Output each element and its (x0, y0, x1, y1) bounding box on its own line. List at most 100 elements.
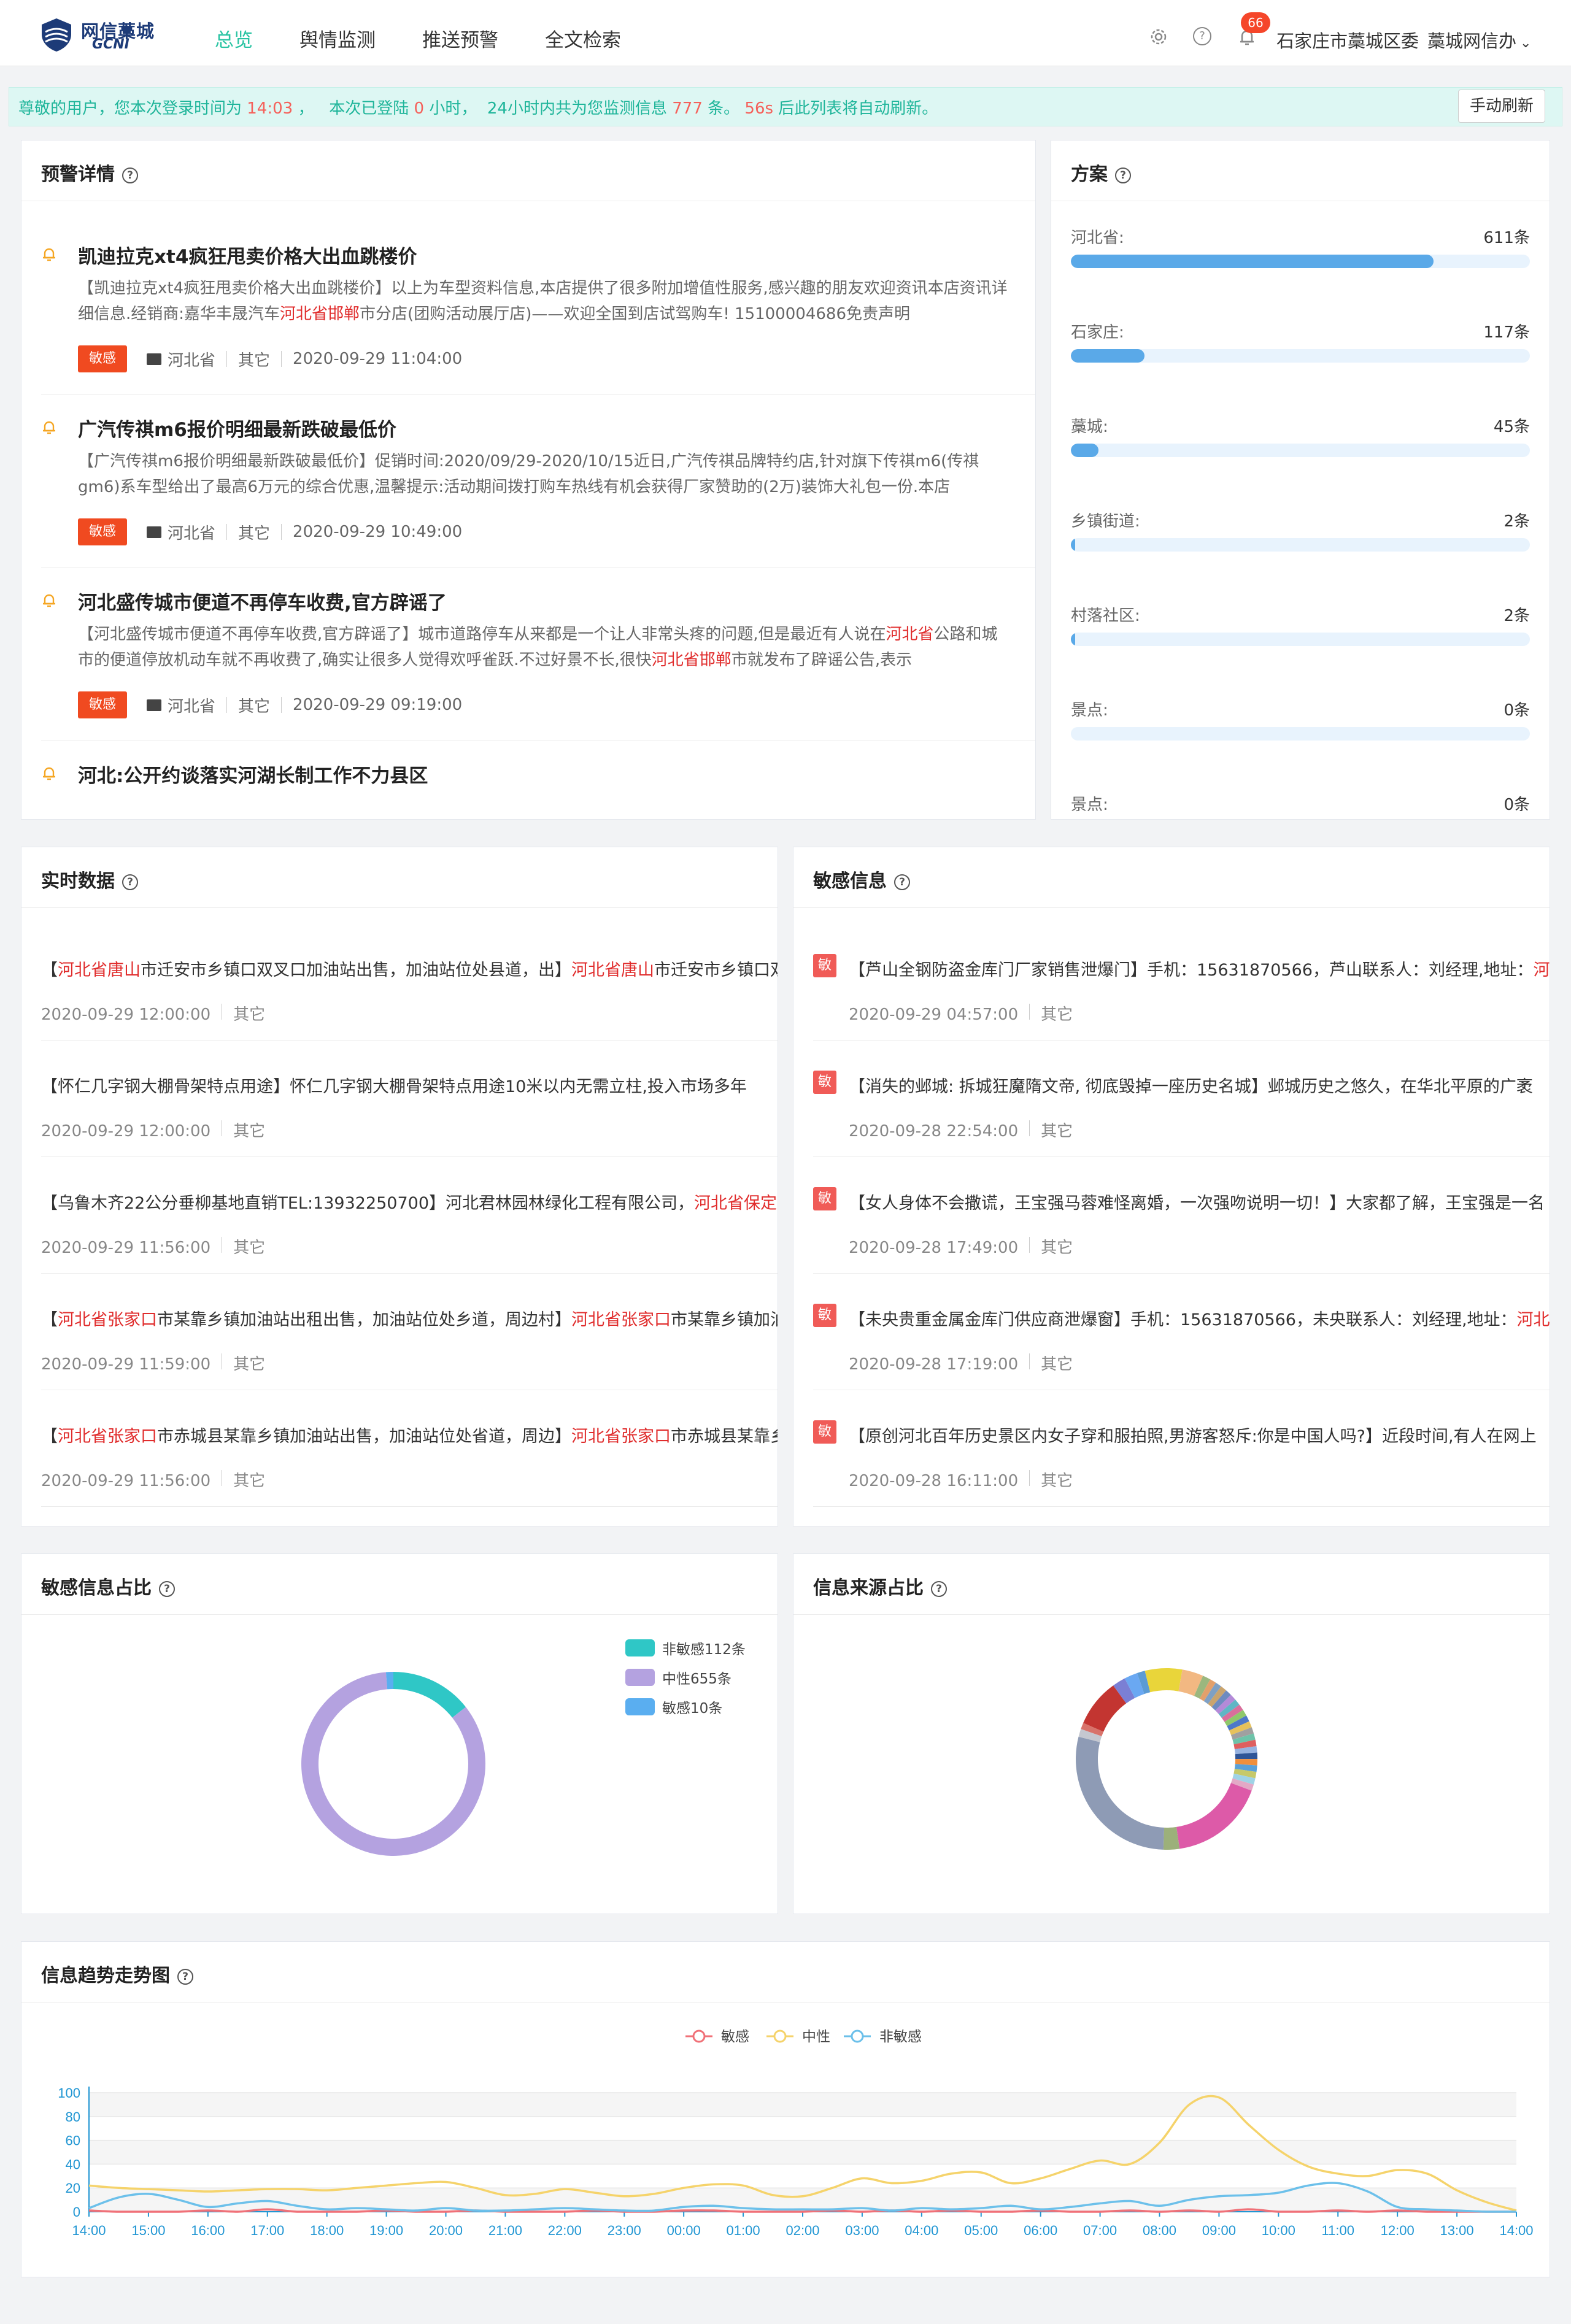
nav-fulltext-search[interactable]: 全文检索 (545, 25, 621, 52)
list-item-title[interactable]: 【怀仁几字钢大棚骨架特点用途】怀仁几字钢大棚骨架特点用途10米以内无需立柱,投入… (41, 1073, 778, 1097)
legend-item[interactable]: 敏感10条 (625, 1696, 722, 1717)
x-tick-label: 14:00 (1499, 2223, 1533, 2238)
grid-band (89, 2140, 1516, 2164)
plan-progress-fill (1071, 538, 1076, 552)
warning-detail-card: 预警详情? 凯迪拉克xt4疯狂甩卖价格大出血跳楼价 【凯迪拉克xt4疯狂甩卖价格… (21, 140, 1036, 820)
warning-title[interactable]: 河北盛传城市便道不再停车收费,官方辟谣了 (78, 587, 447, 615)
x-tick-label: 18:00 (310, 2223, 344, 2238)
plan-count: 0条 (1503, 701, 1530, 720)
donut-slice[interactable] (393, 1672, 466, 1718)
divider (41, 1273, 778, 1274)
x-tick-label: 16:00 (191, 2223, 225, 2238)
bell-icon (43, 421, 55, 434)
list-item-title[interactable]: 【乌鲁木齐22公分垂柳基地直销TEL:13932250700】河北君林园林绿化工… (41, 1190, 778, 1214)
time: 2020-09-29 12:00:00 (41, 1006, 211, 1024)
source: 其它 (1041, 1239, 1073, 1257)
legend-item[interactable]: 敏感 (685, 2029, 749, 2045)
divider (1029, 1237, 1030, 1253)
gcni-logo-icon[interactable] (38, 16, 75, 53)
y-tick-label: 0 (73, 2204, 80, 2220)
list-item-title[interactable]: 【未央贵重金属金库门供应商泄爆窗】手机：15631870566，未央联系人：刘经… (849, 1306, 1550, 1330)
card-title: 方案? (1071, 159, 1131, 186)
divider (793, 1614, 1550, 1615)
legend-item[interactable]: 中性 (766, 2029, 830, 2045)
time: 2020-09-29 04:57:00 (849, 1006, 1019, 1024)
legend-item[interactable]: 中性655条 (625, 1667, 731, 1688)
bell-icon (43, 767, 55, 780)
divider (41, 1156, 778, 1157)
warning-title[interactable]: 河北:公开约谈落实河湖长制工作不力县区 (78, 760, 428, 788)
list-item-title[interactable]: 【河北省唐山市迁安市乡镇口双叉口加油站出售，加油站位处县道，出】河北省唐山市迁安… (41, 956, 778, 980)
list-item-title[interactable]: 【消失的邺城: 拆城狂魔隋文帝, 彻底毁掉一座历史名城】邺城历史之悠久，在华北平… (849, 1073, 1550, 1097)
x-tick-label: 08:00 (1143, 2223, 1176, 2238)
plan-progress-fill (1071, 349, 1144, 363)
help-icon[interactable]: ? (122, 167, 138, 183)
list-item-title[interactable]: 【河北省张家口市赤城县某靠乡镇加油站出售，加油站位处省道，周边】河北省张家口市赤… (41, 1423, 778, 1447)
sensitive-tag: 敏感 (78, 518, 128, 545)
legend-swatch (625, 1669, 655, 1686)
nav-monitor[interactable]: 舆情监测 (299, 25, 376, 52)
legend-label: 敏感10条 (662, 1701, 723, 1717)
warning-title[interactable]: 广汽传祺m6报价明细最新跌破最低价 (78, 414, 396, 442)
donut-slice[interactable] (1144, 1668, 1183, 1693)
source: 其它 (233, 1472, 266, 1490)
logged-hours: 0 (414, 99, 425, 118)
grid-band (89, 2188, 1516, 2212)
refresh-countdown: 56s (744, 99, 774, 118)
help-icon[interactable]: ? (177, 1969, 193, 1985)
source: 其它 (238, 351, 271, 370)
region: 河北省 (168, 351, 216, 370)
time: 2020-09-29 09:19:00 (293, 696, 463, 714)
x-tick-label: 19:00 (369, 2223, 403, 2238)
x-tick-label: 10:00 (1262, 2223, 1295, 2238)
list-item-title[interactable]: 【女人身体不会撒谎，王宝强马蓉难怪离婚，一次强吻说明一切！】大家都了解，王宝强是… (849, 1190, 1550, 1214)
plan-progress-fill (1071, 255, 1434, 268)
help-icon[interactable]: ? (1193, 27, 1211, 45)
plan-count: 2条 (1503, 512, 1530, 531)
user-menu[interactable]: 藁城网信办 ⌄ (1427, 27, 1531, 53)
list-item-title[interactable]: 【河北省张家口市某靠乡镇加油站出租出售，加油站位处乡道，周边村】河北省张家口市某… (41, 1306, 778, 1330)
help-icon[interactable]: ? (894, 874, 910, 890)
realtime-data-card: 实时数据? 【河北省唐山市迁安市乡镇口双叉口加油站出售，加油站位处县道，出】河北… (21, 847, 778, 1526)
legend-item[interactable]: 非敏感 (844, 2029, 922, 2045)
legend-item[interactable]: 非敏感112条 (625, 1637, 746, 1658)
nav-push-warning[interactable]: 推送预警 (422, 25, 498, 52)
x-tick-label: 09:00 (1202, 2223, 1236, 2238)
y-tick-label: 80 (66, 2109, 80, 2125)
nav-overview[interactable]: 总览 (215, 25, 253, 52)
logo-subtext: GCNI (92, 37, 129, 52)
card-title: 敏感信息? (813, 866, 910, 893)
login-time: 14:03 (247, 99, 293, 118)
trend-line-chart: 0 20 40 60 80 100 14:00 15:00 16:00 17:00 18:00 19:… (58, 2029, 1533, 2238)
x-tick-label: 04:00 (905, 2223, 938, 2238)
divider (21, 1614, 778, 1615)
list-item-meta: 2020-09-29 12:00:00 其它 (41, 1118, 265, 1141)
plan-name: 村落社区: (1071, 607, 1140, 625)
list-item-meta: 2020-09-29 04:57:00 其它 (849, 1002, 1073, 1025)
divider (1029, 1004, 1030, 1020)
x-tick-label: 22:00 (548, 2223, 582, 2238)
help-icon[interactable]: ? (1115, 167, 1131, 183)
list-item-title[interactable]: 【芦山全钢防盗金库门厂家销售泄爆门】手机：15631870566，芦山联系人：刘… (849, 956, 1550, 980)
legend-label: 敏感 (721, 2029, 749, 2045)
list-item-title[interactable]: 【原创河北百年历史景区内女子穿和服拍照,男游客怒斥:你是中国人吗?】近段时间,有… (849, 1423, 1550, 1447)
legend-label: 非敏感112条 (662, 1642, 746, 1658)
donut-slice[interactable] (1076, 1736, 1165, 1850)
time: 2020-09-29 11:59:00 (41, 1355, 211, 1374)
source: 其它 (1041, 1006, 1073, 1024)
folder-icon (147, 353, 162, 365)
grid-band (89, 2093, 1516, 2117)
source: 其它 (233, 1355, 266, 1374)
help-icon[interactable]: ? (122, 874, 138, 890)
manual-refresh-button[interactable]: 手动刷新 (1458, 90, 1545, 123)
legend-label: 中性 (802, 2029, 830, 2045)
gear-icon[interactable] (1149, 27, 1168, 47)
time: 2020-09-29 11:56:00 (41, 1472, 211, 1490)
time: 2020-09-29 11:04:00 (293, 350, 463, 368)
help-icon[interactable]: ? (159, 1581, 175, 1597)
donut-slice[interactable] (1176, 1783, 1252, 1849)
plan-card: 方案? 河北省: 611条 石家庄: 117条 藁城: 45条 乡镇街道: 2条 村落社区: 2条… (1051, 140, 1550, 820)
warning-title[interactable]: 凯迪拉克xt4疯狂甩卖价格大出血跳楼价 (78, 241, 417, 269)
legend-marker (692, 2030, 706, 2043)
help-icon[interactable]: ? (931, 1581, 947, 1597)
